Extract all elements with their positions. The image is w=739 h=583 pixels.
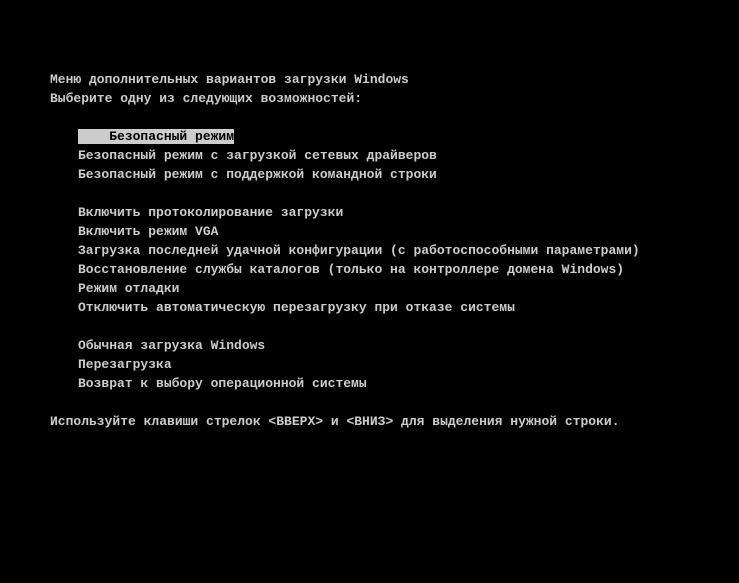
navigation-hint: Используйте клавиши стрелок <ВВЕРХ> и <В…: [50, 412, 689, 431]
menu-separator: [78, 317, 689, 336]
menu-item-boot-logging[interactable]: Включить протоколирование загрузки: [78, 203, 689, 222]
menu-separator: [78, 184, 689, 203]
menu-item-safe-mode[interactable]: Безопасный режим: [78, 127, 234, 146]
menu-item-return-os-choice[interactable]: Возврат к выбору операционной системы: [78, 374, 689, 393]
menu-subtitle: Выберите одну из следующих возможностей:: [50, 89, 689, 108]
boot-menu: Безопасный режим Безопасный режим с загр…: [50, 127, 689, 393]
menu-item-disable-auto-restart[interactable]: Отключить автоматическую перезагрузку пр…: [78, 298, 689, 317]
menu-item-start-normally[interactable]: Обычная загрузка Windows: [78, 336, 689, 355]
menu-item-safe-mode-net[interactable]: Безопасный режим с загрузкой сетевых дра…: [78, 146, 689, 165]
menu-item-ds-restore[interactable]: Восстановление службы каталогов (только …: [78, 260, 689, 279]
menu-item-safe-mode-cmd[interactable]: Безопасный режим с поддержкой командной …: [78, 165, 689, 184]
menu-item-last-known-good[interactable]: Загрузка последней удачной конфигурации …: [78, 241, 689, 260]
menu-item-vga-mode[interactable]: Включить режим VGA: [78, 222, 689, 241]
menu-item-debug-mode[interactable]: Режим отладки: [78, 279, 689, 298]
menu-title: Меню дополнительных вариантов загрузки W…: [50, 70, 689, 89]
menu-item-reboot[interactable]: Перезагрузка: [78, 355, 689, 374]
